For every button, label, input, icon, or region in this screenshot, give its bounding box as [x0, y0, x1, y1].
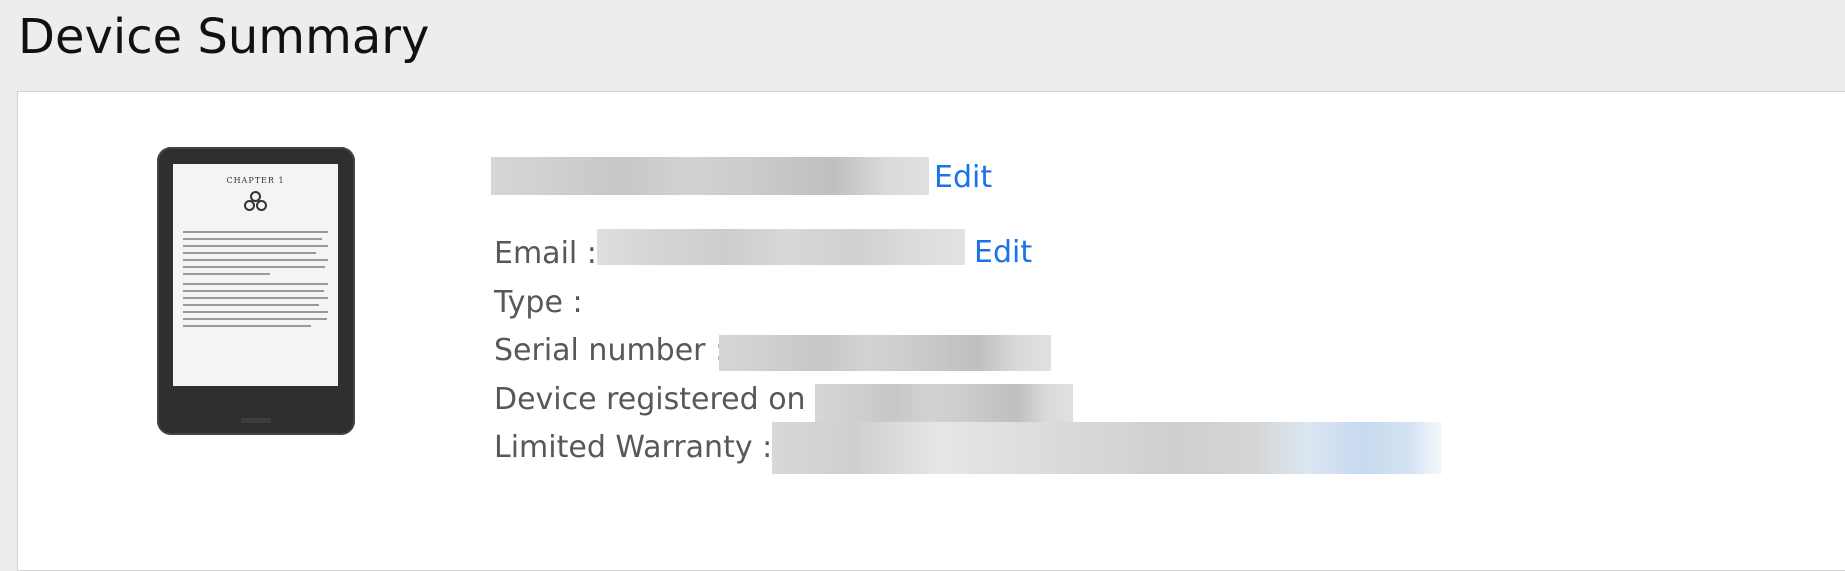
registered-on-label: Device registered on : [494, 382, 826, 417]
serial-number-redacted [719, 335, 1051, 371]
screen-subtitle-line [183, 215, 328, 221]
device-screen: CHAPTER 1 [173, 164, 338, 386]
registered-date-redacted [815, 384, 1073, 422]
edit-email-link[interactable]: Edit [974, 234, 1032, 272]
email-label: Email : [494, 236, 597, 271]
screen-chapter-heading: CHAPTER 1 [226, 176, 285, 185]
device-logo [241, 418, 271, 423]
serial-number-label: Serial number : [494, 333, 726, 368]
edit-device-name-link[interactable]: Edit [934, 159, 992, 197]
type-label: Type : [494, 285, 583, 320]
device-name-redacted [491, 157, 929, 195]
email-value-redacted [597, 229, 965, 265]
page-title: Device Summary [18, 9, 430, 65]
limited-warranty-redacted [772, 422, 1442, 474]
ornament-icon [243, 191, 268, 213]
kindle-device-image: CHAPTER 1 [157, 147, 355, 435]
limited-warranty-label: Limited Warranty : [494, 430, 773, 465]
